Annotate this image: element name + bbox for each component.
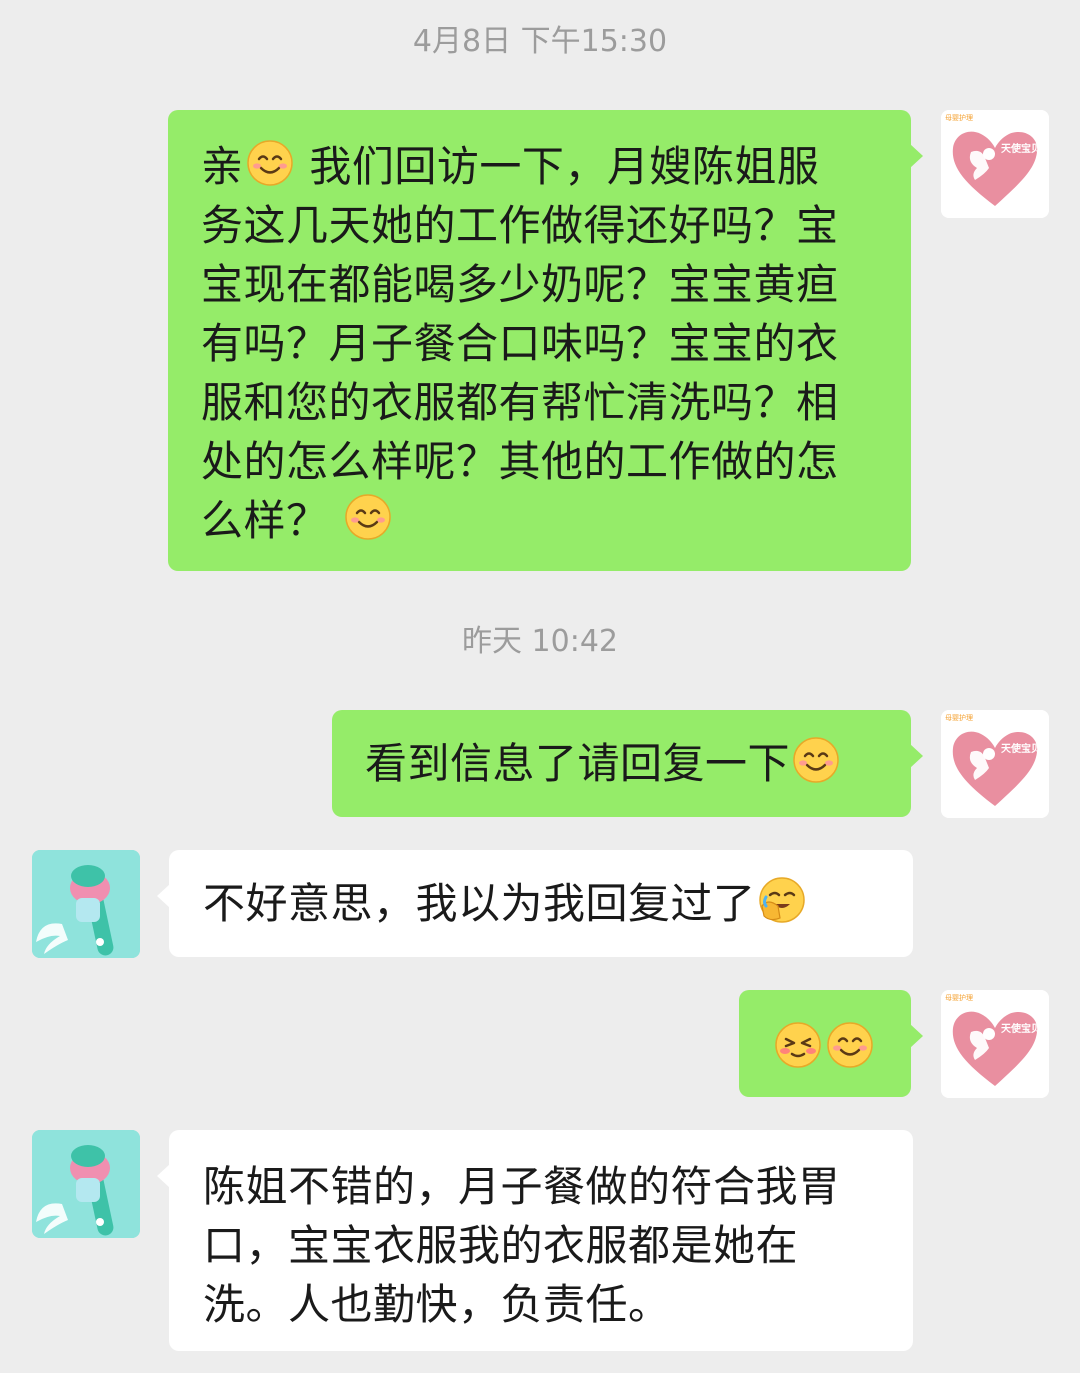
message-bubble-received[interactable]: 陈姐不错的，月子餐做的符合我胃 口，宝宝衣服我的衣服都是她在 洗。人也勤快，负责…	[157, 1130, 913, 1351]
message-line: 处的怎么样呢？其他的工作做的怎	[201, 437, 839, 486]
blush-emoji-icon	[774, 1021, 822, 1069]
svg-text:天使宝贝: 天使宝贝	[1001, 1022, 1041, 1035]
timestamp: 4月8日 下午15:30	[412, 24, 668, 59]
facepalm-laugh-emoji-icon	[758, 876, 806, 924]
message-bubble-received[interactable]: 不好意思，我以为我回复过了	[157, 850, 913, 957]
svg-text:母婴护理: 母婴护理	[945, 113, 973, 122]
smile-emoji-icon	[826, 1021, 874, 1069]
message-line: 服和您的衣服都有帮忙清洗吗？相	[201, 378, 839, 427]
shop-avatar[interactable]: 母婴护理天使宝贝	[941, 710, 1049, 818]
svg-text:母婴护理: 母婴护理	[945, 713, 973, 722]
user-avatar[interactable]	[32, 850, 140, 958]
message-line: 宝现在都能喝多少奶呢？宝宝黄疸	[201, 260, 839, 309]
message-line: 有吗？月子餐合口味吗？宝宝的衣	[201, 319, 839, 368]
smile-emoji-icon	[344, 493, 392, 541]
message-line: 口，宝宝衣服我的衣服都是她在	[203, 1221, 799, 1270]
shop-avatar[interactable]: 母婴护理天使宝贝	[941, 110, 1049, 218]
message-line: 亲 我们回访一下，月嫂陈姐服	[201, 137, 881, 196]
message-line: 务这几天她的工作做得还好吗？宝	[201, 201, 839, 250]
message-line: 洗。人也勤快，负责任。	[203, 1280, 671, 1329]
svg-text:天使宝贝: 天使宝贝	[1001, 142, 1041, 155]
svg-text:母婴护理: 母婴护理	[945, 993, 973, 1002]
message-line: 陈姐不错的，月子餐做的符合我胃	[203, 1162, 841, 1211]
message-line: 么样？	[201, 491, 881, 550]
timestamp: 昨天 10:42	[462, 624, 618, 659]
user-avatar[interactable]	[32, 1130, 140, 1238]
svg-text:天使宝贝: 天使宝贝	[1001, 742, 1041, 755]
message-bubble-sent[interactable]: 亲 我们回访一下，月嫂陈姐服 务这几天她的工作做得还好吗？宝 宝现在都能喝多少奶…	[168, 110, 923, 571]
message-bubble-sent[interactable]: 看到信息了请回复一下	[332, 710, 923, 817]
smile-emoji-icon	[246, 139, 294, 187]
smile-emoji-icon	[792, 736, 840, 784]
message-bubble-sent[interactable]	[739, 990, 923, 1097]
shop-avatar[interactable]: 母婴护理天使宝贝	[941, 990, 1049, 1098]
